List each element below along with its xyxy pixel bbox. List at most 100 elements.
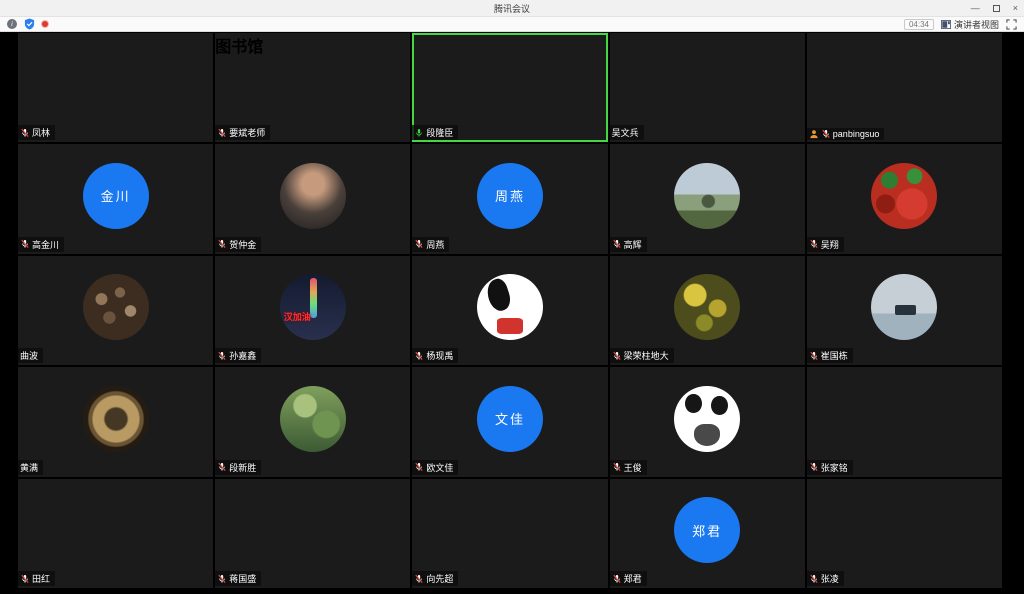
participant-tile[interactable]: panbingsuo: [807, 33, 1002, 142]
avatar-initials: 金川: [83, 163, 149, 229]
avatar-photo: [477, 497, 543, 563]
participant-tile[interactable]: 崔国栋: [807, 256, 1002, 365]
participant-name: 高辉: [624, 238, 642, 251]
mic-muted-icon: [612, 351, 622, 361]
avatar-photo: [280, 386, 346, 452]
participant-tile[interactable]: 贺仲金: [215, 144, 410, 253]
participant-tile[interactable]: 黄满: [18, 367, 213, 476]
participant-name-bar: 田红: [18, 571, 55, 586]
fullscreen-icon[interactable]: [1006, 19, 1017, 30]
participant-name: 段隆臣: [426, 126, 453, 139]
participant-name: 孙嘉鑫: [229, 349, 256, 362]
participant-name: 周燕: [426, 238, 444, 251]
participant-tile[interactable]: 段隆臣: [412, 33, 607, 142]
participant-tile[interactable]: 杨现禹: [412, 256, 607, 365]
participant-tile[interactable]: 张凌: [807, 479, 1002, 588]
avatar-initials: 周燕: [477, 163, 543, 229]
participant-name: 郑君: [624, 572, 642, 585]
participant-name-bar: 吴翔: [807, 237, 844, 252]
participant-name-bar: 向先超: [412, 571, 458, 586]
avatar-photo: [674, 163, 740, 229]
participant-name-bar: 郑君: [610, 571, 647, 586]
mic-muted-icon: [612, 574, 622, 584]
participant-tile[interactable]: 汉加油孙嘉鑫: [215, 256, 410, 365]
participant-tile[interactable]: 蒋国盛: [215, 479, 410, 588]
security-shield-icon[interactable]: [24, 18, 35, 30]
mic-muted-icon: [217, 128, 227, 138]
mic-muted-icon: [612, 462, 622, 472]
participant-tile[interactable]: 文佳欧文佳: [412, 367, 607, 476]
speaker-view-button[interactable]: 演讲者视图: [941, 18, 999, 31]
layout-view-icon: [941, 20, 951, 29]
participant-name: 向先超: [426, 572, 453, 585]
avatar-photo: [871, 497, 937, 563]
participant-name-bar: 周燕: [412, 237, 449, 252]
participant-tile[interactable]: 向先超: [412, 479, 607, 588]
participant-name: 吴文兵: [612, 126, 639, 139]
participant-name-bar: 张凌: [807, 571, 844, 586]
participant-tile[interactable]: 周燕周燕: [412, 144, 607, 253]
close-button[interactable]: ×: [1013, 4, 1018, 13]
participant-name: 凤林: [32, 126, 50, 139]
avatar-photo: [871, 386, 937, 452]
participant-name-bar: 吴文兵: [610, 125, 644, 140]
mic-muted-icon: [809, 574, 819, 584]
participant-tile[interactable]: 郑君郑君: [610, 479, 805, 588]
participant-name: 欧文佳: [426, 461, 453, 474]
participant-tile[interactable]: 张家铭: [807, 367, 1002, 476]
mic-muted-icon: [20, 574, 30, 584]
avatar-photo: [871, 163, 937, 229]
participant-name-bar: 高金川: [18, 237, 64, 252]
participant-tile[interactable]: 金川高金川: [18, 144, 213, 253]
mic-muted-icon: [414, 462, 424, 472]
avatar-photo: [83, 497, 149, 563]
participant-name-bar: 梁荣柱地大: [610, 348, 674, 363]
avatar-photo: [674, 386, 740, 452]
library-sign: 图书馆: [215, 33, 410, 57]
participant-name: 梁荣柱地大: [624, 349, 669, 362]
avatar-photo: [477, 274, 543, 340]
participant-name: panbingsuo: [833, 129, 880, 139]
participant-name: 田红: [32, 572, 50, 585]
participant-tile[interactable]: 吴翔: [807, 144, 1002, 253]
participant-tile[interactable]: 田红: [18, 479, 213, 588]
participant-name-bar: 王俊: [610, 460, 647, 475]
participant-tile[interactable]: 凤林: [18, 33, 213, 142]
participant-name: 王俊: [624, 461, 642, 474]
window-title: 腾讯会议: [494, 2, 530, 15]
participant-name: 贺仲金: [229, 238, 256, 251]
avatar-photo: [280, 497, 346, 563]
participant-name: 吴翔: [821, 238, 839, 251]
participant-tile[interactable]: 图书馆要斌老师: [215, 33, 410, 142]
mic-muted-icon: [414, 351, 424, 361]
video-feed: 图书馆: [215, 33, 410, 57]
avatar-initials: 郑君: [674, 497, 740, 563]
participant-name: 张家铭: [821, 461, 848, 474]
participant-name-bar: 崔国栋: [807, 348, 853, 363]
acrobat-app-icon: A: [0, 98, 10, 115]
participant-name-bar: 高辉: [610, 237, 647, 252]
participant-name-bar: 凤林: [18, 125, 55, 140]
participant-name-bar: panbingsuo: [807, 128, 885, 140]
network-status-icon[interactable]: [42, 21, 48, 27]
participant-tile[interactable]: 王俊: [610, 367, 805, 476]
participant-tile[interactable]: 梁荣柱地大: [610, 256, 805, 365]
participant-tile[interactable]: 曲波: [18, 256, 213, 365]
participant-tile[interactable]: 高辉: [610, 144, 805, 253]
participant-name-bar: 欧文佳: [412, 460, 458, 475]
maximize-button[interactable]: [993, 5, 1000, 12]
participant-name-bar: 黄满: [18, 460, 43, 475]
mic-muted-icon: [217, 239, 227, 249]
status-bar: i 04:34 演讲者视图: [0, 17, 1024, 32]
minimize-button[interactable]: —: [971, 4, 980, 13]
participant-tile[interactable]: 段新胜: [215, 367, 410, 476]
meeting-info-icon[interactable]: i: [7, 19, 17, 29]
participant-name: 蒋国盛: [229, 572, 256, 585]
title-bar: 腾讯会议 — ×: [0, 0, 1024, 17]
participant-tile[interactable]: 吴文兵: [610, 33, 805, 142]
participant-name: 曲波: [20, 349, 38, 362]
host-icon: [809, 129, 819, 139]
mic-muted-icon: [217, 462, 227, 472]
participant-name-bar: 贺仲金: [215, 237, 261, 252]
participant-name: 黄满: [20, 461, 38, 474]
